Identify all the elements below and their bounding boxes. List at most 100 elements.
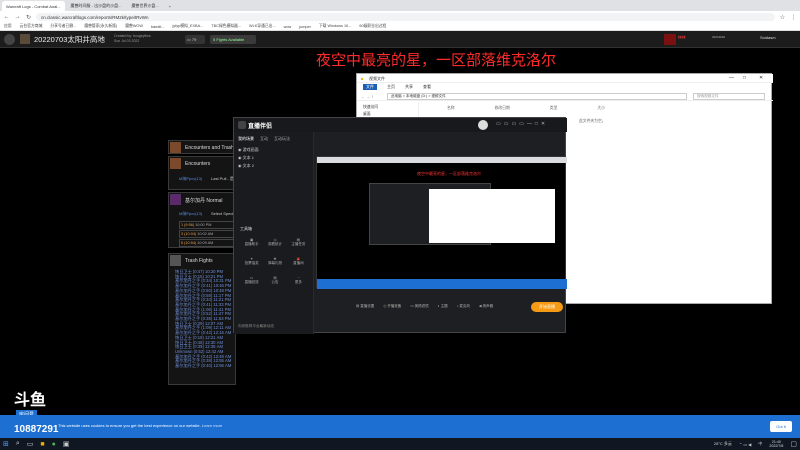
tool-item[interactable]: ▣ 直播助手 xyxy=(240,238,263,247)
weather[interactable]: 28°C 多云 xyxy=(714,441,732,447)
tool-item[interactable]: ❖ 弹幕礼物 xyxy=(263,257,286,266)
app-logo-icon xyxy=(238,121,246,129)
report-header: 20220703太阳井高地 Created by: boogeyflow Sun… xyxy=(0,31,800,48)
file-explorer-icon[interactable]: ■ xyxy=(40,441,44,448)
bookmark[interactable]: WLK导通已出... xyxy=(249,24,276,29)
bookmark[interactable]: jyfyp模拟_EXBA... xyxy=(172,24,203,29)
scene-item[interactable]: ◉ 文本 2 xyxy=(238,162,259,170)
tab-scenes[interactable]: 我的场景 xyxy=(238,136,254,142)
window-controls-icon[interactable]: ▭▭▭▭—□✕ xyxy=(496,121,548,127)
bookmark[interactable]: 分享号者已删... xyxy=(50,24,76,29)
encounter-link[interactable]: M纳Ppcv(13) xyxy=(179,211,202,217)
input-language[interactable]: 中 xyxy=(758,441,762,447)
tray-icons[interactable]: ⌃ ▭ ◀ xyxy=(739,442,751,447)
encounter-link[interactable]: M纳Ppcv(13) xyxy=(179,176,202,182)
bookmark[interactable]: wow xyxy=(284,25,292,29)
chrome-icon[interactable]: ● xyxy=(52,441,56,448)
windows-start-icon[interactable]: ⊞ xyxy=(3,440,9,448)
server-menu[interactable]: ▭▭▭▭ xyxy=(712,35,742,44)
toolbar-item[interactable]: ◐ 主题 xyxy=(438,304,448,309)
bookmark[interactable]: 魔兽WOW xyxy=(125,24,143,29)
guild-crest-icon xyxy=(664,34,676,45)
tab-play[interactable]: 互动玩法 xyxy=(274,136,290,142)
got-it-button[interactable]: Got it xyxy=(770,421,792,432)
forward-icon[interactable]: → xyxy=(14,14,21,20)
avatar[interactable] xyxy=(478,120,488,130)
tool-item[interactable]: ▣ 直播间 xyxy=(287,257,310,266)
new-tab-button[interactable]: + xyxy=(165,1,175,11)
minimize-icon[interactable]: — xyxy=(729,75,734,81)
browser-tab[interactable]: 魔兽时间服 - 出沙盘的沙盘... xyxy=(67,1,126,11)
menu-view[interactable]: 查看 xyxy=(423,84,431,90)
explorer-path[interactable]: 此电脑 > 本地磁盘 (D:) > 视频文件 xyxy=(387,93,687,100)
tool-item[interactable]: ✦ 投票抽奖 xyxy=(240,257,263,266)
column-size[interactable]: 大小 xyxy=(597,106,605,111)
start-stream-button[interactable]: 开始直播 xyxy=(531,302,563,312)
column-name[interactable]: 名称 xyxy=(447,106,455,111)
tool-item[interactable]: ⋯ 更多 xyxy=(287,276,310,285)
toolbar-item[interactable]: ♪ 麦克风 xyxy=(457,304,470,309)
fights-available-button[interactable]: 5 Fights Available xyxy=(210,35,256,44)
bookmark[interactable]: 60级职业出过程 xyxy=(359,24,386,29)
column-type[interactable]: 类型 xyxy=(550,106,558,111)
browser-tab[interactable]: 魔兽世界沙盘... xyxy=(127,1,162,11)
toolbar-item[interactable]: ◎ 开播准备 xyxy=(383,304,401,309)
clock[interactable]: 21:40 2022/7/8 xyxy=(769,440,783,448)
scene-item[interactable]: ◉ 游戏画面 xyxy=(238,146,259,154)
toolbar-item[interactable]: ▤ 直播设置 xyxy=(356,304,374,309)
encounters-trash-panel[interactable]: Encounters and Trash xyxy=(168,140,236,154)
created-date: Sun Jul 03 2022 xyxy=(114,39,140,43)
maximize-icon[interactable]: □ xyxy=(743,75,746,81)
folder-icon: ■ xyxy=(361,76,364,81)
app-name: 直播伴侣 xyxy=(248,124,273,130)
toolbar-item[interactable]: ◀ 扬声器 xyxy=(479,304,493,309)
bookmark[interactable]: 应用 xyxy=(4,24,12,29)
sidebar-item[interactable]: 快速访问 xyxy=(363,104,412,111)
pull-row[interactable]: 1 (9:56) 10:00 PM xyxy=(179,221,235,229)
menu-home[interactable]: 主页 xyxy=(387,84,395,90)
task-view-icon[interactable]: ▭ xyxy=(27,440,34,448)
tool-item[interactable]: ▤ 主播任务 xyxy=(287,238,310,247)
streaming-app-icon[interactable]: ▣ xyxy=(63,440,70,448)
scene-item[interactable]: ◉ 文本 1 xyxy=(238,154,259,162)
reload-icon[interactable]: ↻ xyxy=(25,14,32,21)
tab-interact[interactable]: 互动 xyxy=(260,136,268,142)
user-label[interactable]: Soidasm xyxy=(760,35,780,44)
stream-preview[interactable]: 夜空中最亮的星，一区部落维克洛尔 xyxy=(316,156,567,289)
obs-left-panel: 我的场景 互动 互动玩法 ◉ 游戏画面 ◉ 文本 1 ◉ 文本 2 工具箱 ▣ 直… xyxy=(234,132,314,334)
preview-title: 夜空中最亮的星，一区部落维克洛尔 xyxy=(417,171,481,176)
url-input[interactable]: cn.classic.warcraftlogs.com/reports/RM2k… xyxy=(36,13,775,21)
bookmark[interactable]: TBC绿色模拟器... xyxy=(211,24,241,29)
tool-item[interactable]: ▭ 直播回放 xyxy=(240,276,263,285)
nav-arrows-icon[interactable]: ← → ↑ xyxy=(361,94,373,99)
browser-tab[interactable]: Warcraft Logs - Combat Anal... xyxy=(2,1,65,11)
select-specific[interactable]: Select Specif xyxy=(211,211,234,216)
bookmark[interactable]: jumper xyxy=(299,25,311,29)
bookmark[interactable]: bandit... xyxy=(151,25,165,29)
star-icon[interactable]: ☆ xyxy=(779,14,786,21)
menu-icon[interactable]: ⋮ xyxy=(790,14,797,21)
tool-item[interactable]: ◎ 观看统计 xyxy=(263,238,286,247)
column-date[interactable]: 修改日期 xyxy=(495,106,510,111)
bookmark[interactable]: 云台官方商城 xyxy=(20,24,43,29)
trash-fight-item[interactable]: 基尔加丹之手 (0:40) 12:56 AM xyxy=(175,363,235,369)
obs-toolbar: ▤ 直播设置 ◎ 开播准备 ▭ 美颜滤镜 ◐ 主题 ♪ 麦克风 ◀ 扬声器 xyxy=(316,296,566,316)
notification-icon[interactable]: ▢ xyxy=(790,440,797,448)
close-icon[interactable]: ✕ xyxy=(759,75,763,81)
bookmark[interactable]: 魔兽管家(永久新版) xyxy=(84,24,117,29)
pull-row[interactable]: 3 (10:04) 10:02 AM xyxy=(179,230,235,238)
obs-footer: 向你推荐平台最新动态 xyxy=(238,324,274,328)
menu-file[interactable]: 文件 xyxy=(363,84,377,90)
search-icon[interactable]: ⌕ xyxy=(16,440,20,448)
pull-row[interactable]: 5 (10:54) 10:09 AM xyxy=(179,239,235,247)
bookmark[interactable]: 下载 Windows 10... xyxy=(319,24,352,29)
tool-item[interactable]: ▤ 公告 xyxy=(263,276,286,285)
explorer-search[interactable]: 搜索视频文件 xyxy=(693,93,765,100)
comment-button[interactable]: ▭ 79 xyxy=(185,35,205,44)
user-menu[interactable]: ▮▮▮▮ xyxy=(678,35,705,44)
learn-more-link[interactable]: Learn more xyxy=(202,423,222,428)
encounter-icon xyxy=(170,142,181,153)
menu-share[interactable]: 共享 xyxy=(405,84,413,90)
toolbar-item[interactable]: ▭ 美颜滤镜 xyxy=(410,304,428,309)
back-icon[interactable]: ← xyxy=(3,14,10,20)
